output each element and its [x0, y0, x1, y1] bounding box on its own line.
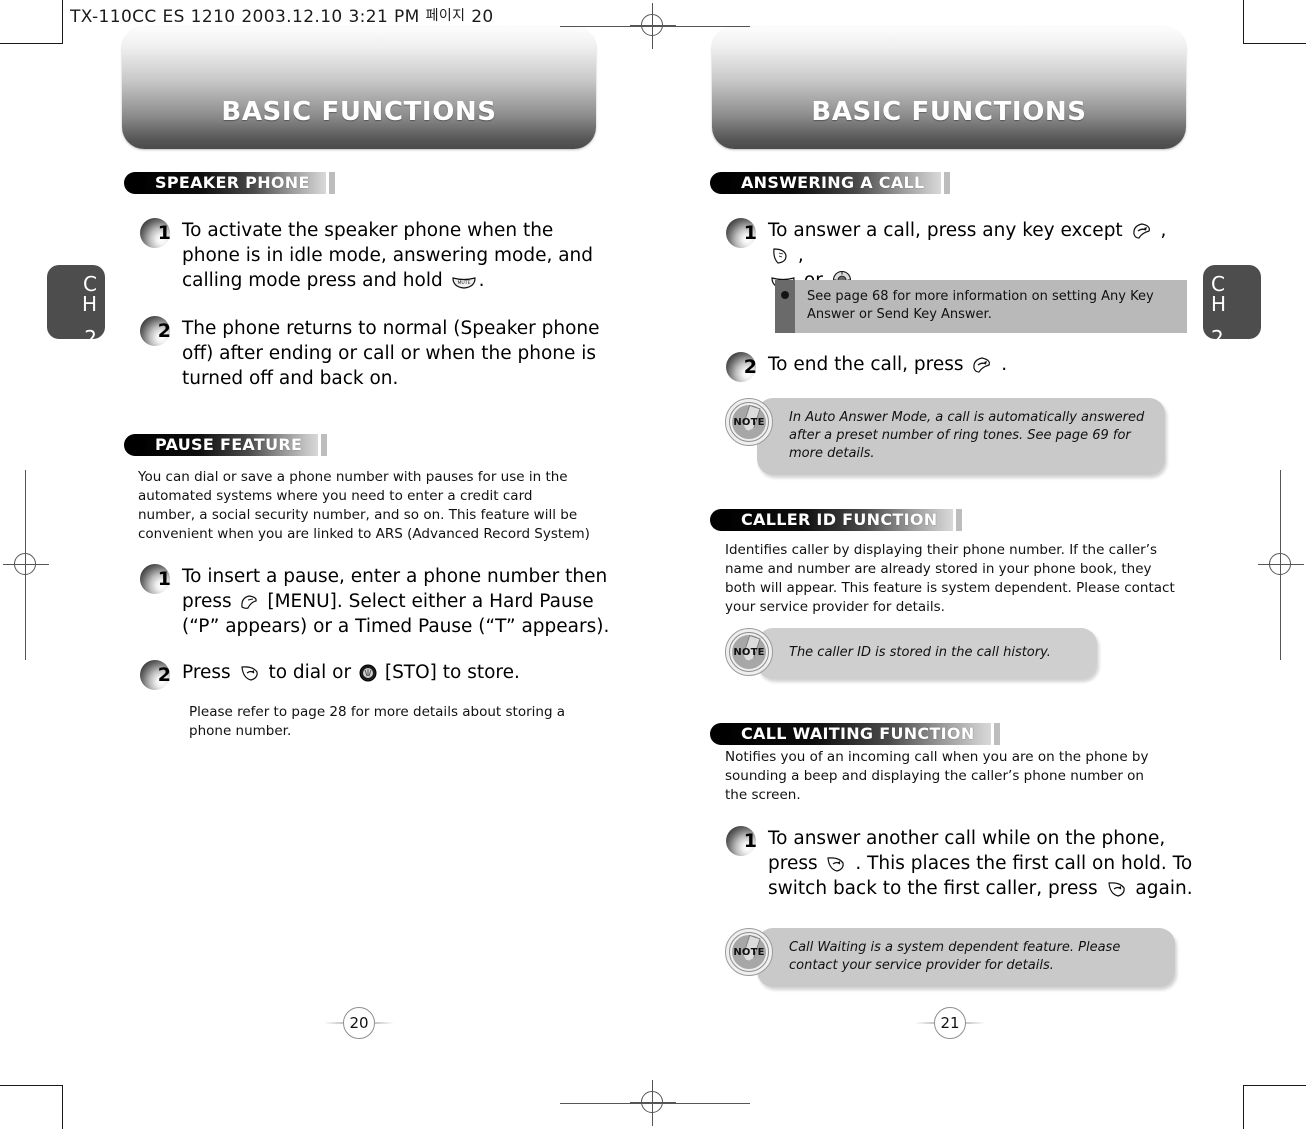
- section-bullet-icon: [124, 171, 146, 194]
- section-header-answering-a-call: ANSWERING A CALL: [710, 171, 950, 194]
- page-banner-right: BASIC FUNCTIONS: [712, 27, 1186, 149]
- note-text: The caller ID is stored in the call hist…: [757, 628, 1097, 679]
- section-header-pause-feature: PAUSE FEATURE: [124, 433, 328, 456]
- step-text: The phone returns to normal (Speaker pho…: [182, 318, 600, 389]
- step-number: 2: [157, 320, 171, 342]
- section-header-tick: [943, 171, 950, 194]
- step-number: 1: [157, 568, 171, 590]
- end-key-icon: [1131, 222, 1153, 240]
- banner-title-left: BASIC FUNCTIONS: [221, 97, 497, 127]
- chapter-tab-number-left: 2: [84, 326, 97, 350]
- page-number-value: 21: [940, 1014, 960, 1032]
- note-icon-label: NOTE: [733, 416, 765, 428]
- step-number-badge: 1: [726, 218, 760, 248]
- step-text-tail: .: [478, 270, 485, 291]
- section-bullet-icon: [710, 171, 732, 194]
- chapter-tab-h-left: H: [81, 292, 97, 316]
- step-text-c: again.: [1129, 878, 1193, 899]
- sto-key-icon: [359, 664, 377, 682]
- step-number: 1: [743, 222, 757, 244]
- chapter-tab-c-right: C: [1211, 272, 1225, 296]
- info-box-text: See page 68 for more information on sett…: [807, 289, 1154, 322]
- note-callout-auto-answer: NOTE In Auto Answer Mode, a call is auto…: [725, 398, 1165, 475]
- page-number-value: 20: [349, 1014, 369, 1032]
- left-page: BASIC FUNCTIONS C H 2 SPEAKER PHONE 1 To…: [0, 0, 653, 1129]
- step-text-b: ,: [1154, 220, 1167, 241]
- section-bullet-icon: [710, 722, 732, 745]
- mute-key-icon: MUTE: [451, 276, 477, 290]
- section-header-tick: [993, 722, 1000, 745]
- step-text: Press: [182, 662, 237, 683]
- menu-key-icon: [239, 594, 259, 611]
- section-header-tick: [956, 508, 963, 531]
- section-subnote-pause-feature: Please refer to page 28 for more details…: [189, 704, 566, 739]
- section-header-tick: [321, 433, 328, 456]
- step-item: 2 To end the call, press .: [726, 352, 1196, 382]
- step-number-badge: 1: [140, 218, 174, 248]
- info-box-bullet-icon: [775, 280, 795, 333]
- step-number: 2: [157, 664, 171, 686]
- step-item: 2 Press to dial or [STO] to store.: [140, 660, 620, 690]
- section-header-speaker-phone: SPEAKER PHONE: [124, 171, 335, 194]
- chapter-tab-right: C H 2: [1203, 265, 1261, 348]
- step-item: 2 The phone returns to normal (Speaker p…: [140, 316, 620, 391]
- note-text: In Auto Answer Mode, a call is automatic…: [757, 398, 1165, 475]
- note-icon: NOTE: [725, 398, 773, 446]
- note-icon: NOTE: [725, 628, 773, 676]
- step-text: To end the call, press: [768, 354, 970, 375]
- step-number: 1: [157, 222, 171, 244]
- section-header-caller-id-function: CALLER ID FUNCTION: [710, 508, 963, 531]
- step-number-badge: 2: [140, 660, 174, 690]
- clear-key-icon: [770, 247, 790, 265]
- banner-title-right: BASIC FUNCTIONS: [811, 97, 1087, 127]
- right-page: BASIC FUNCTIONS C H 2 ANSWERING A CALL 1…: [653, 0, 1306, 1129]
- section-title-speaker-phone: SPEAKER PHONE: [155, 173, 310, 192]
- step-number-badge: 2: [726, 352, 760, 382]
- note-callout-caller-id: NOTE The caller ID is stored in the call…: [725, 628, 1165, 679]
- section-title-pause-feature: PAUSE FEATURE: [155, 435, 303, 454]
- send-key-icon: [825, 855, 847, 873]
- svg-text:MUTE: MUTE: [457, 280, 470, 286]
- section-intro-call-waiting: Notifies you of an incoming call when yo…: [725, 749, 1149, 803]
- section-title-caller-id-function: CALLER ID FUNCTION: [741, 510, 938, 529]
- step-text-tail: [STO] to store.: [378, 662, 520, 683]
- section-header-call-waiting-function: CALL WAITING FUNCTION: [710, 722, 1000, 745]
- section-bullet-icon: [124, 433, 146, 456]
- step-number-badge: 1: [726, 826, 760, 856]
- note-callout-call-waiting: NOTE Call Waiting is a system dependent …: [725, 928, 1175, 987]
- step-number-badge: 1: [140, 564, 174, 594]
- step-text: To answer a call, press any key except: [768, 220, 1129, 241]
- step-item: 1 To answer another call while on the ph…: [726, 826, 1196, 901]
- send-key-icon: [239, 664, 261, 682]
- step-item: 1 To insert a pause, enter a phone numbe…: [140, 564, 610, 639]
- section-intro-pause-feature: You can dial or save a phone number with…: [138, 469, 590, 542]
- section-intro-caller-id: Identifies caller by displaying their ph…: [725, 542, 1175, 615]
- step-item: 1 To activate the speaker phone when the…: [140, 218, 610, 293]
- chapter-tab-left: C H 2: [47, 265, 105, 348]
- send-key-icon: [1106, 880, 1128, 898]
- chapter-tab-c-left: C: [83, 272, 97, 296]
- note-text: Call Waiting is a system dependent featu…: [757, 928, 1175, 987]
- note-icon-label: NOTE: [733, 946, 765, 958]
- page-banner-left: BASIC FUNCTIONS: [122, 27, 596, 149]
- note-icon: NOTE: [725, 928, 773, 976]
- section-title-call-waiting-function: CALL WAITING FUNCTION: [741, 724, 975, 743]
- step-number: 1: [743, 830, 757, 852]
- step-text-c: ,: [792, 245, 804, 266]
- section-header-tick: [328, 171, 335, 194]
- step-text-tail: .: [995, 354, 1008, 375]
- chapter-tab-number-right: 2: [1211, 326, 1224, 350]
- end-key-icon: [971, 356, 993, 374]
- note-icon-label: NOTE: [733, 646, 765, 658]
- chapter-tab-h-right: H: [1211, 292, 1227, 316]
- section-title-answering-a-call: ANSWERING A CALL: [741, 173, 925, 192]
- step-number: 2: [743, 356, 757, 378]
- step-text: To activate the speaker phone when the p…: [182, 220, 594, 291]
- step-number-badge: 2: [140, 316, 174, 346]
- step-text-mid: to dial or: [262, 662, 357, 683]
- info-box-any-key-answer: See page 68 for more information on sett…: [775, 280, 1187, 333]
- section-bullet-icon: [710, 508, 732, 531]
- page-number-left: 20: [324, 1006, 394, 1040]
- page-number-right: 21: [915, 1006, 985, 1040]
